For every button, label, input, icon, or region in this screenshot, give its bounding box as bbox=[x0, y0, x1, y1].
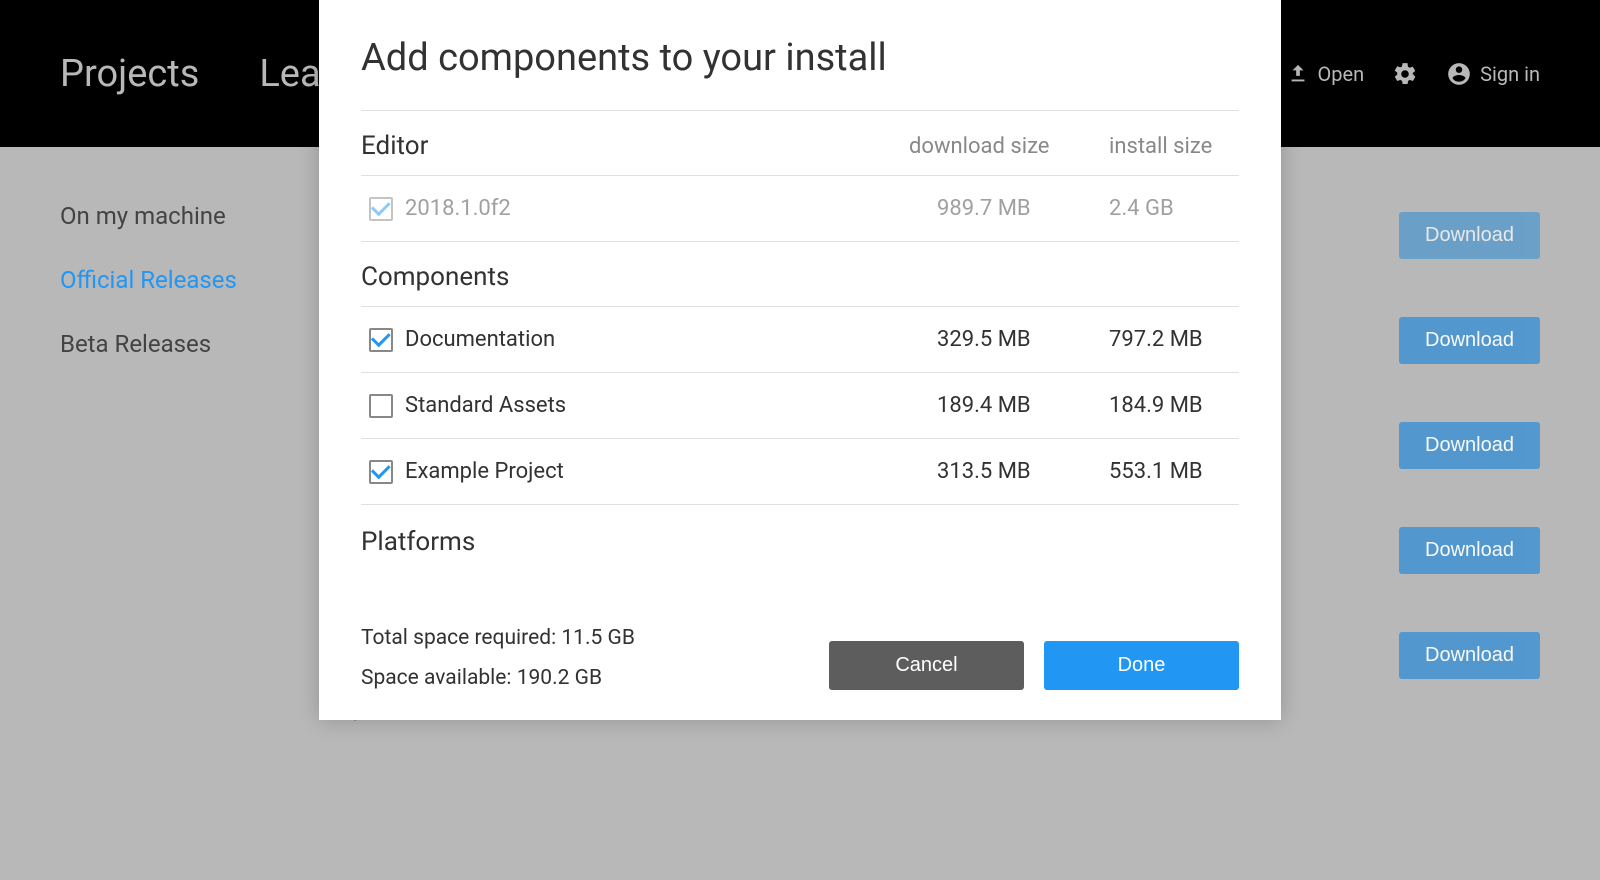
open-label: Open bbox=[1317, 62, 1364, 86]
component-name: Example Project bbox=[405, 459, 564, 484]
cancel-button[interactable]: Cancel bbox=[829, 641, 1024, 690]
open-button[interactable]: Open bbox=[1287, 62, 1364, 86]
component-checkbox[interactable] bbox=[369, 394, 393, 418]
component-checkbox[interactable] bbox=[369, 328, 393, 352]
space-required: Total space required: 11.5 GB bbox=[361, 626, 829, 650]
sidebar: On my machine Official Releases Beta Rel… bbox=[60, 202, 320, 679]
component-download-size: 329.5 MB bbox=[909, 327, 1109, 352]
editor-name: 2018.1.0f2 bbox=[405, 196, 511, 221]
modal-footer: Total space required: 11.5 GB Space avai… bbox=[361, 622, 1239, 690]
editor-section-label: Editor bbox=[361, 131, 909, 161]
component-download-size: 189.4 MB bbox=[909, 393, 1109, 418]
modal-title: Add components to your install bbox=[361, 36, 1239, 111]
sidebar-item-on-my-machine[interactable]: On my machine bbox=[60, 202, 320, 230]
editor-download-size: 989.7 MB bbox=[909, 196, 1109, 221]
download-button[interactable]: Download bbox=[1399, 527, 1540, 574]
component-row-documentation: Documentation 329.5 MB 797.2 MB bbox=[361, 307, 1239, 373]
editor-section-header: Editor download size install size bbox=[361, 111, 1239, 176]
component-checkbox[interactable] bbox=[369, 460, 393, 484]
topbar-actions: Open Sign in bbox=[1287, 61, 1540, 87]
editor-checkbox[interactable] bbox=[369, 197, 393, 221]
component-row-example-project: Example Project 313.5 MB 553.1 MB bbox=[361, 439, 1239, 505]
component-install-size: 184.9 MB bbox=[1109, 393, 1239, 418]
account-icon bbox=[1446, 61, 1472, 87]
component-install-size: 553.1 MB bbox=[1109, 459, 1239, 484]
column-install-size: install size bbox=[1109, 134, 1239, 159]
editor-row: 2018.1.0f2 989.7 MB 2.4 GB bbox=[361, 176, 1239, 242]
components-section-label: Components bbox=[361, 242, 1239, 307]
component-name: Documentation bbox=[405, 327, 555, 352]
tab-projects[interactable]: Projects bbox=[60, 52, 199, 96]
gear-icon bbox=[1392, 61, 1418, 87]
component-download-size: 313.5 MB bbox=[909, 459, 1109, 484]
editor-install-size: 2.4 GB bbox=[1109, 196, 1239, 221]
download-button[interactable]: Download bbox=[1399, 212, 1540, 259]
download-button[interactable]: Download bbox=[1399, 422, 1540, 469]
download-button[interactable]: Download bbox=[1399, 317, 1540, 364]
component-name: Standard Assets bbox=[405, 393, 566, 418]
platforms-section-label: Platforms bbox=[361, 505, 1239, 567]
settings-button[interactable] bbox=[1392, 61, 1418, 87]
upload-icon bbox=[1287, 63, 1309, 85]
signin-button[interactable]: Sign in bbox=[1446, 61, 1540, 87]
signin-label: Sign in bbox=[1480, 62, 1540, 86]
space-available: Space available: 190.2 GB bbox=[361, 666, 829, 690]
sidebar-item-beta-releases[interactable]: Beta Releases bbox=[60, 330, 320, 358]
download-button[interactable]: Download bbox=[1399, 632, 1540, 679]
add-components-modal: Add components to your install Editor do… bbox=[319, 0, 1281, 720]
sidebar-item-official-releases[interactable]: Official Releases bbox=[60, 266, 320, 294]
component-row-standard-assets: Standard Assets 189.4 MB 184.9 MB bbox=[361, 373, 1239, 439]
column-download-size: download size bbox=[909, 134, 1109, 159]
done-button[interactable]: Done bbox=[1044, 641, 1239, 690]
component-install-size: 797.2 MB bbox=[1109, 327, 1239, 352]
